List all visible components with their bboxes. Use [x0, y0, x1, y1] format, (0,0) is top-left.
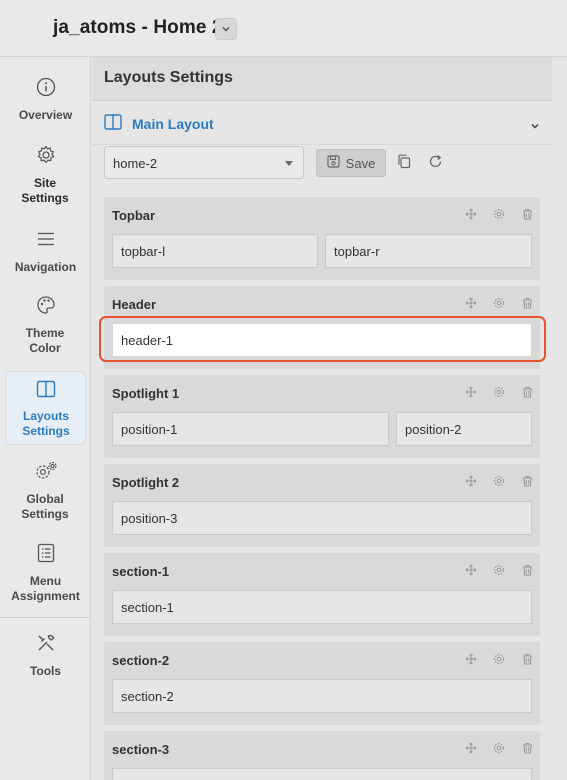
- sidebar-item-layouts-settings[interactable]: Layouts Settings: [5, 371, 86, 445]
- trash-icon[interactable]: [520, 296, 534, 310]
- sidebar-divider: [0, 617, 91, 618]
- trash-icon[interactable]: [520, 652, 534, 666]
- chevron-down-icon[interactable]: [530, 118, 540, 136]
- trash-icon[interactable]: [520, 741, 534, 755]
- sidebar-item-label: Site Settings: [21, 176, 69, 205]
- copy-icon[interactable]: [397, 154, 411, 174]
- refresh-icon[interactable]: [428, 154, 443, 174]
- sidebar-item-label: Theme Color: [25, 326, 65, 355]
- block-title: section-1: [112, 564, 170, 579]
- page-title: Layouts Settings: [104, 69, 233, 86]
- gear-icon[interactable]: [492, 385, 506, 399]
- move-icon[interactable]: [464, 296, 478, 310]
- sidebar-item-site-settings[interactable]: Site Settings: [5, 145, 86, 209]
- layout-block-topbar: Topbar topbar-l topbar-r: [104, 197, 540, 280]
- block-title: Spotlight 2: [112, 475, 180, 490]
- sidebar-item-menu-assignment[interactable]: Menu Assignment: [5, 543, 86, 607]
- sidebar-item-label: Navigation: [14, 260, 77, 274]
- position-slot[interactable]: position-1: [112, 412, 389, 446]
- save-button[interactable]: Save: [316, 149, 386, 177]
- gear-icon[interactable]: [492, 474, 506, 488]
- gear-icon[interactable]: [492, 207, 506, 221]
- block-title: Topbar: [112, 208, 156, 223]
- layout-block-section-1: section-1 section-1: [104, 553, 540, 636]
- sidebar-item-global-settings[interactable]: Global Settings: [5, 461, 86, 525]
- move-icon[interactable]: [464, 563, 478, 577]
- move-icon[interactable]: [464, 741, 478, 755]
- trash-icon[interactable]: [520, 563, 534, 577]
- palette-icon: [5, 295, 86, 320]
- list-icon: [5, 543, 86, 568]
- sidebar-item-label: Overview: [18, 108, 73, 122]
- trash-icon[interactable]: [520, 207, 534, 221]
- gear-icon: [5, 145, 86, 170]
- sidebar-item-label: Layouts Settings: [22, 409, 70, 438]
- position-slot[interactable]: position-2: [396, 412, 532, 446]
- scroll-gutter: [552, 57, 567, 780]
- move-icon[interactable]: [464, 207, 478, 221]
- layout-block-section-3: section-3 section-3: [104, 731, 540, 780]
- position-slot[interactable]: section-2: [112, 679, 532, 713]
- position-slot[interactable]: topbar-r: [325, 234, 532, 268]
- block-title: section-2: [112, 653, 170, 668]
- trash-icon[interactable]: [520, 474, 534, 488]
- move-icon[interactable]: [464, 385, 478, 399]
- move-icon[interactable]: [464, 474, 478, 488]
- sidebar-item-label: Global Settings: [21, 492, 69, 521]
- sidebar-item-tools[interactable]: Tools: [5, 633, 86, 683]
- main-panel: Layouts Settings Main Layout home-2 Save…: [92, 57, 567, 780]
- layout-block-section-2: section-2 section-2: [104, 642, 540, 725]
- trash-icon[interactable]: [520, 385, 534, 399]
- section-title: Main Layout: [132, 116, 214, 132]
- layout-icon: [6, 380, 85, 403]
- gear-icon[interactable]: [492, 652, 506, 666]
- block-title: section-3: [112, 742, 170, 757]
- block-title: Spotlight 1: [112, 386, 180, 401]
- sidebar-item-label: Menu Assignment: [11, 574, 80, 603]
- caret-down-icon: [285, 161, 293, 166]
- move-icon[interactable]: [464, 652, 478, 666]
- position-slot[interactable]: topbar-l: [112, 234, 318, 268]
- selection-highlight: [99, 316, 546, 362]
- position-slot[interactable]: position-3: [112, 501, 532, 535]
- sidebar: Overview Site Settings Navigation Theme …: [0, 57, 91, 780]
- menu-icon: [5, 229, 86, 254]
- main-header: Layouts Settings: [92, 57, 552, 101]
- save-icon: [327, 155, 340, 171]
- app-header: ja_atoms - Home 2: [0, 0, 567, 57]
- layout-select-value: home-2: [113, 156, 158, 171]
- gear-icon[interactable]: [492, 296, 506, 310]
- layout-icon: [104, 114, 122, 135]
- sidebar-item-label: Tools: [29, 664, 62, 678]
- save-label: Save: [345, 155, 376, 171]
- main-layout-section-header[interactable]: Main Layout: [92, 101, 552, 145]
- gear-icon[interactable]: [492, 741, 506, 755]
- layout-select[interactable]: home-2: [104, 146, 304, 179]
- sidebar-item-navigation[interactable]: Navigation: [5, 229, 86, 279]
- position-slot[interactable]: section-3: [112, 768, 532, 780]
- chevron-down-icon[interactable]: [215, 18, 237, 40]
- info-icon: [5, 77, 86, 102]
- tools-icon: [5, 633, 86, 658]
- app-title: ja_atoms - Home 2: [53, 17, 223, 38]
- gears-icon: [5, 461, 86, 486]
- sidebar-item-theme-color[interactable]: Theme Color: [5, 295, 86, 359]
- sidebar-item-overview[interactable]: Overview: [5, 77, 86, 137]
- position-slot[interactable]: section-1: [112, 590, 532, 624]
- layout-block-spotlight-1: Spotlight 1 position-1 position-2: [104, 375, 540, 458]
- layout-block-spotlight-2: Spotlight 2 position-3: [104, 464, 540, 547]
- gear-icon[interactable]: [492, 563, 506, 577]
- block-title: Header: [112, 297, 157, 312]
